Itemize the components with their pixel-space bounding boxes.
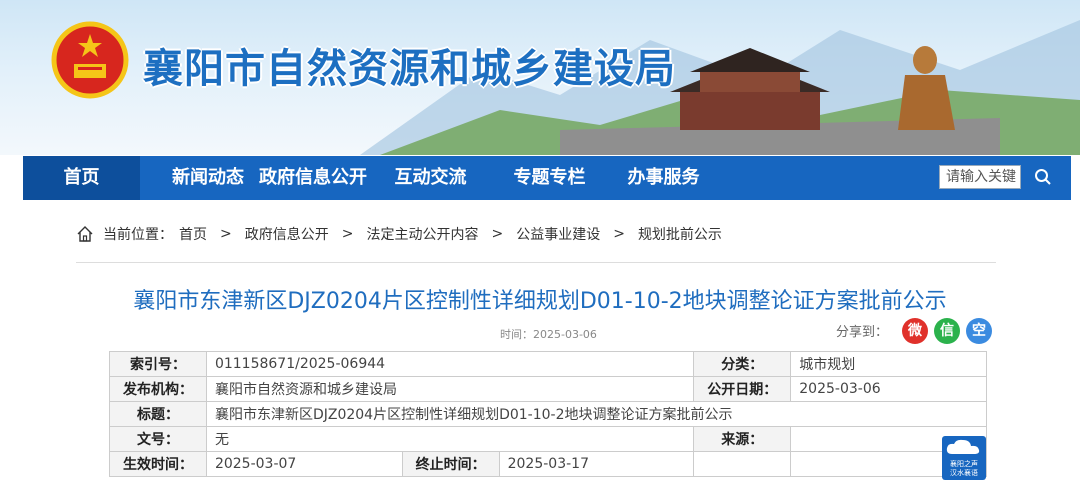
effective-label: 生效时间：	[109, 451, 207, 477]
publish-time: 时间：2025-03-06	[500, 328, 597, 341]
breadcrumb-gov-info[interactable]: 政府信息公开	[245, 224, 329, 244]
breadcrumb-label: 当前位置：	[103, 227, 173, 243]
source-label: 来源：	[693, 426, 792, 452]
table-row: 生效时间： 2025-03-07 终止时间： 2025-03-17	[109, 451, 987, 477]
nav-services[interactable]: 办事服务	[621, 156, 706, 200]
category-value: 城市规划	[790, 351, 987, 377]
breadcrumb-separator: >	[341, 226, 354, 242]
publisher-value: 襄阳市自然资源和城乡建设局	[205, 376, 695, 402]
divider	[76, 262, 996, 263]
table-row: 索引号： 011158671/2025-06944 分类： 城市规划	[109, 351, 987, 377]
breadcrumb-home[interactable]: 首页	[179, 224, 207, 244]
site-title: 襄阳市自然资源和城乡建设局	[143, 46, 676, 92]
search-input[interactable]: 请输入关键	[939, 165, 1021, 189]
weibo-icon[interactable]: 微	[902, 318, 928, 344]
main-nav: 首页 新闻动态 政府信息公开 互动交流 专题专栏 办事服务 请输入关键	[23, 156, 1071, 200]
table-row: 发布机构： 襄阳市自然资源和城乡建设局 公开日期： 2025-03-06	[109, 376, 987, 402]
national-emblem	[51, 21, 129, 99]
wechat-icon[interactable]: 信	[934, 318, 960, 344]
end-value: 2025-03-17	[498, 451, 695, 477]
nav-interaction[interactable]: 互动交流	[388, 156, 473, 200]
badge-line2: 汉水襄语	[950, 469, 978, 477]
nav-topics[interactable]: 专题专栏	[507, 156, 592, 200]
index-value: 011158671/2025-06944	[205, 351, 695, 377]
metadata-table: 索引号： 011158671/2025-06944 分类： 城市规划 发布机构：…	[109, 351, 988, 477]
badge-line1: 襄阳之声	[950, 460, 978, 468]
nav-gov-info[interactable]: 政府信息公开	[257, 156, 369, 200]
empty-cell	[693, 451, 792, 477]
article-title: 襄阳市东津新区DJZ0204片区控制性详细规划D01-10-2地块调整论证方案批…	[133, 289, 947, 314]
docno-value: 无	[205, 426, 695, 452]
breadcrumb-separator: >	[613, 226, 625, 242]
category-label: 分类：	[693, 351, 792, 377]
breadcrumb: 当前位置： 首页 > 政府信息公开 > 法定主动公开内容 > 公益事业建设 > …	[76, 224, 722, 244]
effective-value: 2025-03-07	[205, 451, 403, 477]
title-value: 襄阳市东津新区DJZ0204片区控制性详细规划D01-10-2地块调整论证方案批…	[205, 401, 988, 427]
nav-home[interactable]: 首页	[23, 156, 140, 200]
breadcrumb-statutory[interactable]: 法定主动公开内容	[366, 224, 478, 244]
docno-label: 文号：	[109, 426, 207, 452]
publisher-label: 发布机构：	[109, 376, 207, 402]
end-label: 终止时间：	[401, 451, 500, 477]
breadcrumb-separator: >	[220, 226, 232, 242]
nav-news[interactable]: 新闻动态	[158, 156, 258, 200]
cloud-icon	[946, 439, 980, 454]
title-label: 标题：	[109, 401, 207, 427]
breadcrumb-public-welfare[interactable]: 公益事业建设	[516, 224, 600, 244]
search-button[interactable]	[1023, 162, 1063, 192]
home-icon	[77, 226, 93, 242]
pubdate-label: 公开日期：	[693, 376, 792, 402]
header-banner: 襄阳市自然资源和城乡建设局	[0, 0, 1080, 155]
voice-badge[interactable]: 襄阳之声 汉水襄语	[942, 436, 986, 480]
share-label: 分享到：	[836, 325, 889, 340]
index-label: 索引号：	[109, 351, 207, 377]
table-row: 文号： 无 来源：	[109, 426, 987, 452]
pubdate-value: 2025-03-06	[790, 376, 987, 402]
table-row: 标题： 襄阳市东津新区DJZ0204片区控制性详细规划D01-10-2地块调整论…	[109, 401, 988, 427]
breadcrumb-separator: >	[491, 226, 504, 242]
search-icon	[1035, 169, 1051, 185]
qzone-icon[interactable]: 空	[966, 318, 992, 344]
breadcrumb-planning-notice[interactable]: 规划批前公示	[638, 224, 722, 244]
